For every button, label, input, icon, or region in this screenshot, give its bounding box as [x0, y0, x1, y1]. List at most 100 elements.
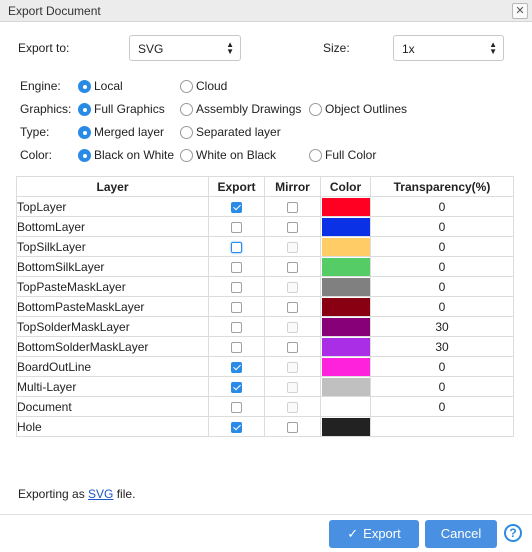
radio-icon[interactable]	[180, 103, 193, 116]
export-checkbox[interactable]	[231, 221, 242, 233]
export-checkbox[interactable]	[231, 281, 242, 293]
radio-selected-icon[interactable]	[78, 126, 91, 139]
layer-name-cell: Document	[16, 396, 209, 417]
color-swatch[interactable]	[321, 217, 370, 236]
transparency-cell[interactable]: 30	[370, 336, 514, 357]
graphics-outlines-option[interactable]: Object Outlines	[309, 102, 407, 120]
export-checkbox[interactable]	[231, 321, 242, 333]
mirror-checkbox	[287, 401, 298, 413]
mirror-checkbox[interactable]	[287, 341, 298, 353]
transparency-cell[interactable]: 0	[370, 356, 514, 377]
color-swatch[interactable]	[321, 317, 370, 336]
export-cell	[208, 396, 265, 417]
transparency-cell[interactable]: 30	[370, 316, 514, 337]
graphics-full-option[interactable]: Full Graphics	[78, 102, 165, 120]
mirror-cell	[264, 216, 321, 237]
export-button[interactable]: ✓ Export	[329, 520, 419, 548]
export-format-select[interactable]: SVG ▲ ▼	[129, 35, 241, 61]
export-cell	[208, 336, 265, 357]
graphics-assembly-option[interactable]: Assembly Drawings	[180, 102, 301, 120]
export-checkbox[interactable]	[231, 301, 242, 313]
transparency-cell[interactable]: 0	[370, 376, 514, 397]
color-swatch[interactable]	[321, 357, 370, 376]
export-checkbox[interactable]	[231, 401, 242, 413]
status-prefix: Exporting as	[18, 487, 89, 501]
column-header-mirror: Mirror	[264, 176, 321, 197]
export-checkbox[interactable]	[231, 361, 242, 373]
color-swatch[interactable]	[321, 257, 370, 276]
radio-icon[interactable]	[309, 103, 322, 116]
export-checkbox[interactable]	[231, 341, 242, 353]
cancel-button-label: Cancel	[440, 526, 482, 541]
transparency-cell[interactable]: 0	[370, 216, 514, 237]
select-arrows-icon: ▲ ▼	[489, 40, 497, 56]
transparency-cell[interactable]: 0	[370, 296, 514, 317]
mirror-checkbox[interactable]	[287, 221, 298, 233]
radio-icon[interactable]	[180, 149, 193, 162]
transparency-cell[interactable]: 0	[370, 276, 514, 297]
column-header-export: Export	[208, 176, 265, 197]
radio-selected-icon[interactable]	[78, 80, 91, 93]
layer-name-cell: BottomLayer	[16, 216, 209, 237]
svg-format-link[interactable]: SVG	[88, 487, 113, 501]
table-row: BottomPasteMaskLayer 0	[16, 296, 514, 317]
color-swatch[interactable]	[321, 237, 370, 256]
mirror-checkbox[interactable]	[287, 301, 298, 313]
cancel-button[interactable]: Cancel	[425, 520, 497, 548]
transparency-cell[interactable]: 0	[370, 196, 514, 217]
mirror-checkbox	[287, 361, 298, 373]
layer-name-cell: TopSolderMaskLayer	[16, 316, 209, 337]
export-checkbox[interactable]	[231, 381, 242, 393]
radio-icon[interactable]	[180, 80, 193, 93]
option-label: Object Outlines	[325, 102, 408, 116]
mirror-checkbox[interactable]	[287, 261, 298, 273]
mirror-checkbox[interactable]	[287, 201, 298, 213]
close-button[interactable]: ✕	[512, 3, 528, 19]
color-white-on-black-option[interactable]: White on Black	[180, 148, 276, 166]
export-checkbox[interactable]	[231, 241, 242, 253]
radio-selected-icon[interactable]	[78, 149, 91, 162]
color-swatch[interactable]	[321, 297, 370, 316]
type-merged-option[interactable]: Merged layer	[78, 125, 164, 143]
color-black-on-white-option[interactable]: Black on White	[78, 148, 174, 166]
layer-name-cell: TopSilkLayer	[16, 236, 209, 257]
status-message: Exporting as SVG file.	[18, 487, 135, 501]
mirror-cell	[264, 376, 321, 397]
transparency-cell[interactable]: 0	[370, 236, 514, 257]
export-cell	[208, 216, 265, 237]
color-swatch[interactable]	[321, 397, 370, 416]
transparency-cell[interactable]	[370, 416, 514, 437]
transparency-cell[interactable]: 0	[370, 256, 514, 277]
engine-local-option[interactable]: Local	[78, 79, 123, 97]
type-separated-option[interactable]: Separated layer	[180, 125, 281, 143]
engine-cloud-option[interactable]: Cloud	[180, 79, 227, 97]
graphics-label: Graphics:	[20, 102, 72, 116]
color-swatch[interactable]	[321, 337, 370, 356]
column-header-transparency: Transparency(%)	[370, 176, 514, 197]
color-swatch[interactable]	[321, 197, 370, 216]
color-swatch[interactable]	[321, 377, 370, 396]
transparency-cell[interactable]: 0	[370, 396, 514, 417]
option-label: Local	[94, 79, 123, 93]
color-cell	[320, 236, 371, 257]
color-cell	[320, 316, 371, 337]
option-label: Full Color	[325, 148, 377, 162]
color-swatch[interactable]	[321, 277, 370, 296]
size-select[interactable]: 1x ▲ ▼	[393, 35, 504, 61]
close-icon: ✕	[515, 5, 525, 17]
color-cell	[320, 216, 371, 237]
radio-icon[interactable]	[180, 126, 193, 139]
color-full-color-option[interactable]: Full Color	[309, 148, 376, 166]
export-cell	[208, 256, 265, 277]
color-cell	[320, 276, 371, 297]
radio-icon[interactable]	[309, 149, 322, 162]
export-checkbox[interactable]	[231, 261, 242, 273]
mirror-cell	[264, 276, 321, 297]
color-cell	[320, 336, 371, 357]
mirror-checkbox[interactable]	[287, 421, 298, 433]
export-checkbox[interactable]	[231, 201, 242, 213]
export-checkbox[interactable]	[231, 421, 242, 433]
radio-selected-icon[interactable]	[78, 103, 91, 116]
help-icon[interactable]: ?	[504, 524, 522, 542]
color-swatch[interactable]	[321, 417, 370, 436]
